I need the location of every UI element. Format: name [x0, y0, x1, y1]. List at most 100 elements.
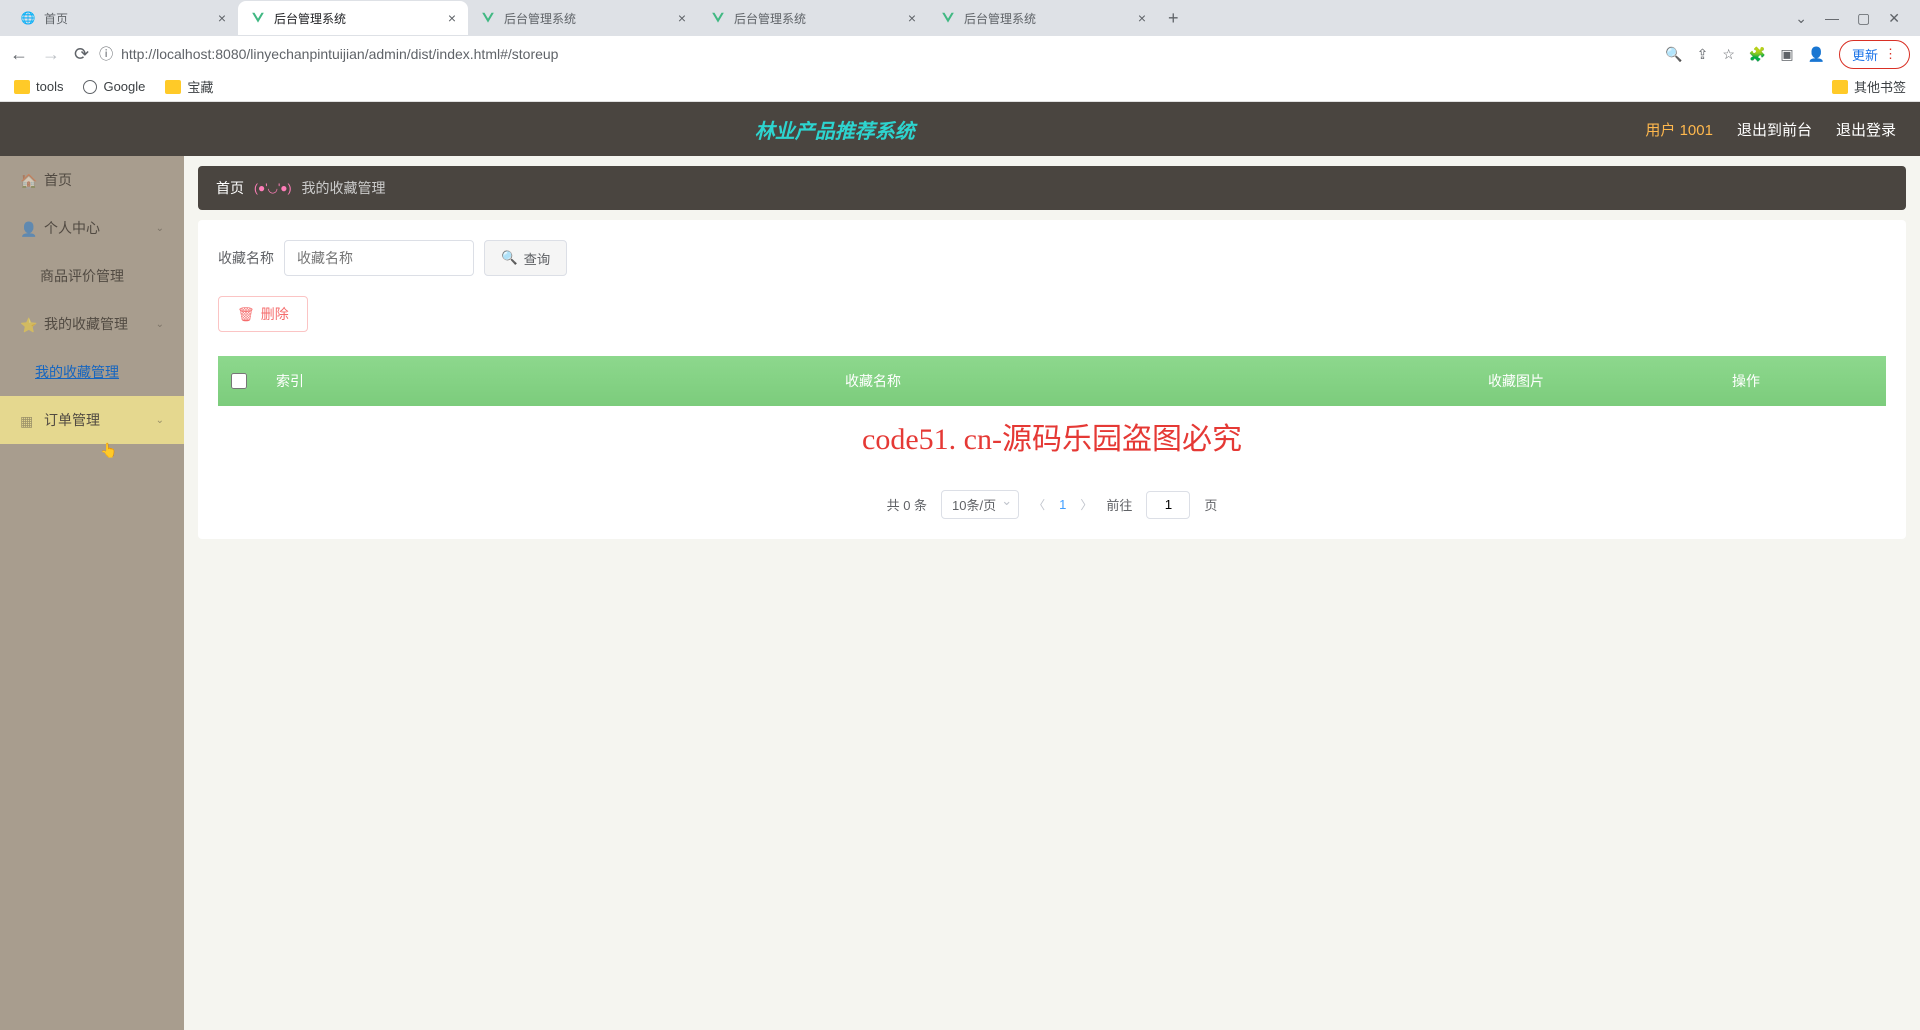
window-controls: ⌄ — ▢ ✕: [1783, 10, 1912, 27]
home-icon: 🏠: [20, 173, 34, 187]
url-bar[interactable]: ⓘ http://localhost:8080/linyechanpintuij…: [99, 44, 1655, 64]
bookmark-tools[interactable]: tools: [14, 79, 63, 94]
main-content: 首页 (●'◡'●) 我的收藏管理 收藏名称 🔍 查询 🗑 删除: [184, 156, 1920, 1030]
chevron-down-icon: ⌄: [156, 319, 164, 330]
sidebar-item-home[interactable]: 🏠 首页: [0, 156, 184, 204]
bookmark-label: 宝藏: [187, 77, 213, 96]
globe-icon: [83, 80, 97, 94]
bookmark-baozang[interactable]: 宝藏: [165, 77, 213, 96]
goto-input[interactable]: [1146, 491, 1190, 519]
sidebar-label: 我的收藏管理: [44, 314, 128, 334]
bookmark-label: tools: [36, 79, 63, 94]
share-icon[interactable]: ⇪: [1697, 46, 1709, 63]
page-number[interactable]: 1: [1059, 497, 1066, 512]
new-tab-button[interactable]: +: [1158, 8, 1189, 29]
search-icon: 🔍: [501, 250, 518, 266]
globe-icon: 🌐: [20, 10, 36, 26]
vue-icon: [940, 10, 956, 26]
reload-icon[interactable]: ⟳: [74, 44, 89, 65]
search-button-label: 查询: [524, 249, 551, 268]
breadcrumb-current: 我的收藏管理: [302, 178, 386, 198]
next-page-icon[interactable]: 〉: [1080, 496, 1092, 513]
sidebar-item-favorites[interactable]: ⭐ 我的收藏管理 ⌄: [0, 300, 184, 348]
browser-tab[interactable]: 后台管理系统 ×: [468, 1, 698, 35]
address-bar: ← → ⟳ ⓘ http://localhost:8080/linyechanp…: [0, 36, 1920, 72]
col-name: 收藏名称: [320, 371, 1426, 391]
browser-tab[interactable]: 后台管理系统 ×: [698, 1, 928, 35]
pagination-total: 共 0 条: [887, 495, 927, 514]
zoom-icon[interactable]: 🔍: [1665, 46, 1682, 63]
sidebar-item-orders[interactable]: ▦ 订单管理 ⌄: [0, 396, 184, 444]
sidebar-item-reviews[interactable]: 商品评价管理: [0, 252, 184, 300]
forward-icon[interactable]: →: [42, 44, 60, 65]
maximize-icon[interactable]: ▢: [1857, 10, 1870, 27]
per-page-select[interactable]: 10条/页: [941, 490, 1019, 519]
close-icon[interactable]: ×: [218, 10, 226, 26]
close-icon[interactable]: ×: [908, 10, 916, 26]
sidebar-label: 个人中心: [44, 218, 100, 238]
to-front-button[interactable]: 退出到前台: [1737, 119, 1812, 140]
sidebar-label: 首页: [44, 170, 72, 190]
vue-icon: [480, 10, 496, 26]
grid-icon: ▦: [20, 413, 34, 427]
browser-tab[interactable]: 后台管理系统 ×: [928, 1, 1158, 35]
search-label: 收藏名称: [218, 248, 274, 268]
close-icon[interactable]: ×: [448, 10, 456, 26]
extensions-icon[interactable]: 🧩: [1749, 46, 1766, 63]
breadcrumb-separator: (●'◡'●): [254, 181, 292, 195]
prev-page-icon[interactable]: 〈: [1033, 496, 1045, 513]
browser-chrome: 🌐 首页 × 后台管理系统 × 后台管理系统 × 后台管理系统 × 后台管理系统…: [0, 0, 1920, 102]
breadcrumb-home[interactable]: 首页: [216, 178, 244, 198]
chevron-down-icon[interactable]: ⌄: [1795, 10, 1807, 27]
app-body: 🏠 首页 👤 个人中心 ⌄ 商品评价管理 ⭐ 我的收藏管理 ⌄ 我的收藏管理 ▦…: [0, 156, 1920, 1030]
sidebar-item-personal[interactable]: 👤 个人中心 ⌄: [0, 204, 184, 252]
chevron-down-icon: ⌄: [156, 415, 164, 426]
search-input[interactable]: [284, 240, 474, 276]
tab-title: 后台管理系统: [964, 10, 1130, 27]
close-icon[interactable]: ×: [678, 10, 686, 26]
select-all-checkbox[interactable]: [231, 373, 247, 389]
minimize-icon[interactable]: —: [1825, 10, 1839, 27]
star-icon[interactable]: ☆: [1722, 46, 1735, 63]
table-body: code51. cn-源码乐园盗图必究: [218, 406, 1886, 466]
trash-icon: 🗑: [237, 306, 255, 323]
browser-tab[interactable]: 🌐 首页 ×: [8, 1, 238, 35]
info-icon[interactable]: ⓘ: [99, 44, 113, 64]
url-text: http://localhost:8080/linyechanpintuijia…: [121, 46, 558, 62]
profile-icon[interactable]: 👤: [1808, 46, 1825, 63]
breadcrumb: 首页 (●'◡'●) 我的收藏管理: [198, 166, 1906, 210]
vue-icon: [710, 10, 726, 26]
close-icon[interactable]: ×: [1138, 10, 1146, 26]
goto-suffix: 页: [1204, 495, 1217, 514]
folder-icon: [14, 80, 30, 94]
tab-title: 后台管理系统: [504, 10, 670, 27]
bookmark-bar: tools Google 宝藏 其他书签: [0, 72, 1920, 102]
user-label[interactable]: 用户 1001: [1645, 119, 1713, 140]
tab-title: 首页: [44, 10, 210, 27]
bookmark-label: 其他书签: [1854, 77, 1906, 96]
watermark-overlay: code51. cn-源码乐园盗图必究: [862, 414, 1242, 458]
delete-label: 删除: [261, 304, 289, 324]
content-card: 收藏名称 🔍 查询 🗑 删除 索引: [198, 220, 1906, 539]
data-table: 索引 收藏名称 收藏图片 操作 code51. cn-源码乐园盗图必究: [218, 356, 1886, 466]
logout-button[interactable]: 退出登录: [1836, 119, 1896, 140]
col-image: 收藏图片: [1426, 371, 1606, 391]
back-icon[interactable]: ←: [10, 44, 28, 65]
chevron-down-icon: ⌄: [156, 223, 164, 234]
pagination: 共 0 条 10条/页 〈 1 〉 前往 页: [218, 490, 1886, 519]
browser-tab-active[interactable]: 后台管理系统 ×: [238, 1, 468, 35]
update-button[interactable]: 更新 ⋮: [1839, 40, 1910, 69]
search-row: 收藏名称 🔍 查询: [218, 240, 1886, 276]
other-bookmarks[interactable]: 其他书签: [1832, 77, 1906, 96]
search-button[interactable]: 🔍 查询: [484, 240, 567, 276]
reader-icon[interactable]: ▣: [1780, 46, 1793, 63]
bookmark-google[interactable]: Google: [83, 79, 145, 94]
tab-bar: 🌐 首页 × 后台管理系统 × 后台管理系统 × 后台管理系统 × 后台管理系统…: [0, 0, 1920, 36]
user-icon: 👤: [20, 221, 34, 235]
star-icon: ⭐: [20, 317, 34, 331]
close-window-icon[interactable]: ✕: [1888, 10, 1900, 27]
sidebar-label: 商品评价管理: [40, 266, 124, 286]
delete-button[interactable]: 🗑 删除: [218, 296, 308, 332]
sidebar-item-favorites-active[interactable]: 我的收藏管理: [0, 348, 184, 396]
table-header: 索引 收藏名称 收藏图片 操作: [218, 356, 1886, 406]
